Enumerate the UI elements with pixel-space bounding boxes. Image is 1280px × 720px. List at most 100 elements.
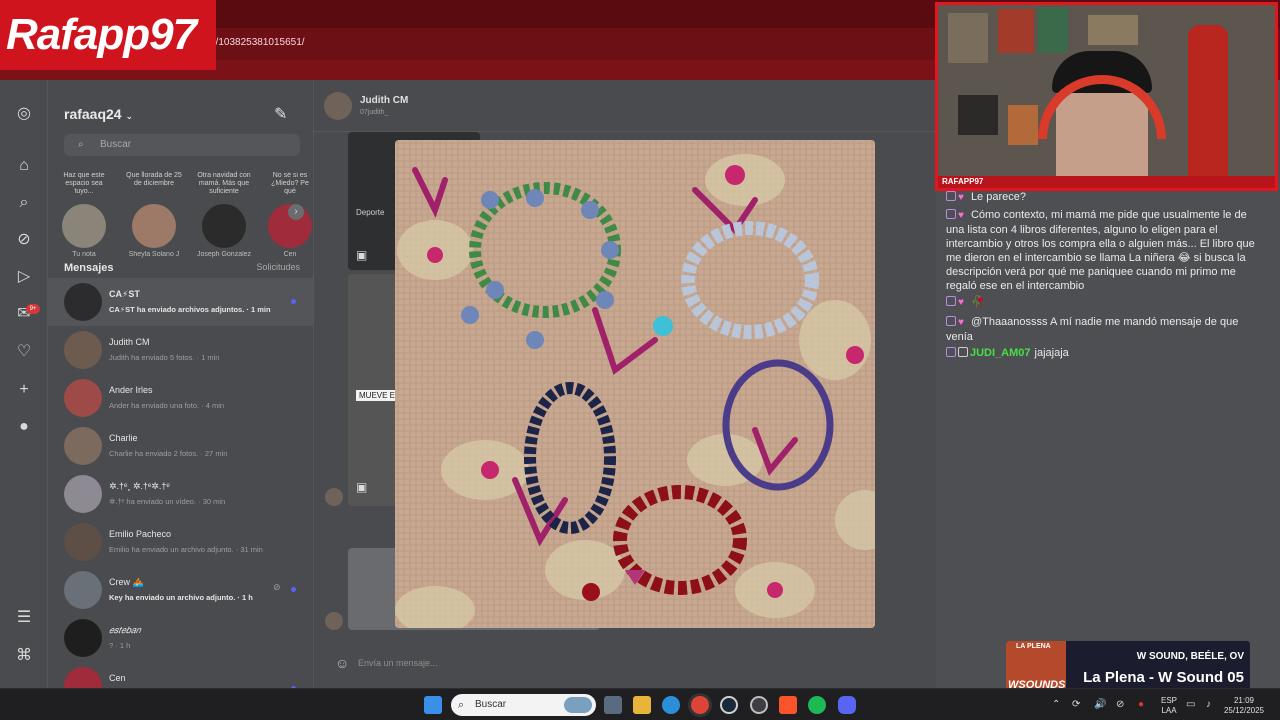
- stream-logo: Rafapp97: [0, 0, 216, 70]
- volume-icon[interactable]: 🔊: [1094, 699, 1106, 710]
- chevron-down-icon: ⌄: [125, 111, 134, 121]
- unread-dot: [291, 299, 296, 304]
- taskbar: ⌕ Buscar ⌃ ⟳ 🔊 ⊘ ● ESP LAA ▭ ♪ 21:09 25/…: [0, 688, 1280, 720]
- file-explorer-icon[interactable]: [633, 696, 651, 714]
- heart-icon: ♥: [958, 317, 964, 328]
- unread-dot: [291, 587, 296, 592]
- address-bar[interactable]: /t/103825381015651/: [210, 34, 930, 52]
- avatar: [64, 427, 102, 465]
- sub-badge-icon: [946, 347, 956, 357]
- conversation-item[interactable]: Cen: [48, 662, 313, 688]
- ig-nav-rail: ◎ ⌂ ⌕ ⊘ ▷ ✉ 9+ ♡ + ● ☰ ⌘: [0, 80, 48, 688]
- search-icon: ⌕: [78, 139, 84, 150]
- search-highlight-icon: [564, 697, 592, 713]
- messages-header: Mensajes Solicitudes: [64, 262, 300, 274]
- spotify-icon[interactable]: [808, 696, 826, 714]
- bracelets-photo: [395, 140, 875, 628]
- brave-icon[interactable]: [779, 696, 797, 714]
- avatar: [325, 612, 343, 630]
- plus-icon[interactable]: +: [14, 380, 34, 400]
- avatar: [132, 204, 176, 248]
- discord-icon[interactable]: [838, 696, 856, 714]
- avatar: [62, 204, 106, 248]
- avatar: [64, 619, 102, 657]
- search-icon[interactable]: ⌕: [14, 193, 34, 213]
- avatar: [64, 331, 102, 369]
- task-view-icon[interactable]: [604, 696, 622, 714]
- requests-link[interactable]: Solicitudes: [256, 262, 300, 272]
- conversation-item[interactable]: 𝑒𝑠𝑡𝑒𝑏𝑎𝑛 ? · 1 h: [48, 614, 313, 662]
- reels-icon[interactable]: ▷: [14, 267, 34, 287]
- photo-viewer[interactable]: [395, 140, 875, 628]
- notification-badge: 9+: [26, 304, 40, 314]
- chevron-right-icon[interactable]: ›: [288, 204, 304, 220]
- chair: [1188, 25, 1228, 185]
- display-icon[interactable]: ▭: [1186, 699, 1195, 710]
- chrome-icon[interactable]: [691, 696, 709, 714]
- webcam-tag: RAFAPP97: [938, 176, 1275, 188]
- message-input[interactable]: ☺ Envía un mensaje...: [332, 650, 928, 676]
- heart-icon: ♥: [958, 192, 964, 203]
- note-item[interactable]: Que llorada de 25 de diciembre Sheyla So…: [126, 172, 182, 258]
- heart-icon: ♥: [958, 210, 964, 221]
- conversation-item[interactable]: CA⚡ST CA⚡ST ha enviado archivos adjuntos…: [48, 278, 313, 326]
- mod-badge-icon: [958, 347, 968, 357]
- record-icon[interactable]: ●: [1138, 699, 1144, 710]
- search-icon: ⌕: [458, 699, 465, 711]
- windows-start-icon[interactable]: [424, 696, 442, 714]
- language-indicator[interactable]: ESP LAA: [1158, 696, 1180, 716]
- obs-icon[interactable]: [750, 696, 768, 714]
- compose-icon[interactable]: ✎: [274, 104, 287, 124]
- avatar: [64, 523, 102, 561]
- chat-line: ♥ 🥀: [946, 295, 1258, 310]
- network-off-icon[interactable]: ⊘: [1116, 699, 1124, 710]
- conversation-item[interactable]: ✲.†ᵉ˳ ✲.†ᵉ✲.†ᵉ ✲.†ᵉ ha enviado un vídeo.…: [48, 470, 313, 518]
- avatar: [64, 667, 102, 688]
- sub-badge-icon: [946, 316, 956, 326]
- conversation-item[interactable]: Judith CM Judith ha enviado 5 fotos. · 1…: [48, 326, 313, 374]
- chat-line: ♥ @Thaaanossss A mí nadie me mandó mensaj…: [946, 316, 1239, 343]
- conversation-item[interactable]: Emilio Pacheco Emilio ha enviado un arch…: [48, 518, 313, 566]
- avatar: [202, 204, 246, 248]
- emoji-icon[interactable]: ☺: [335, 650, 349, 676]
- conversation-item[interactable]: Ander Irles Ander ha enviado una foto. ·…: [48, 374, 313, 422]
- note-item[interactable]: Haz que este espacio sea tuyo... Tu nota: [56, 172, 112, 258]
- webcam-overlay: RAFAPP97: [935, 2, 1278, 191]
- reel-icon: ▣: [356, 248, 368, 262]
- edge-icon[interactable]: [662, 696, 680, 714]
- sub-badge-icon: [946, 296, 956, 306]
- conversation-item[interactable]: Crew 🚣 Key ha enviado un archivo adjunto…: [48, 566, 313, 614]
- muted-bell-icon: ⊘: [273, 582, 281, 592]
- inbox-panel: rafaaq24 ⌄ ✎ ⌕ Buscar Haz que este espac…: [48, 80, 314, 688]
- note-item[interactable]: Otra navidad con mamá. Más que suficient…: [196, 172, 252, 258]
- account-switcher[interactable]: rafaaq24 ⌄: [64, 106, 133, 122]
- chat-header[interactable]: Judith CM 07judith_: [314, 80, 936, 132]
- heart-icon[interactable]: ♡: [14, 342, 34, 362]
- avatar: [324, 92, 352, 120]
- reel-icon: ▣: [356, 480, 368, 494]
- search-input[interactable]: ⌕ Buscar: [64, 134, 300, 156]
- clock[interactable]: 21:09 25/12/2025: [1222, 696, 1266, 716]
- home-icon[interactable]: ⌂: [14, 156, 34, 176]
- chat-line: JUDI_AM07 jajajaja: [946, 346, 1258, 360]
- instagram-icon[interactable]: ◎: [14, 104, 34, 124]
- conversation-item[interactable]: Charlie Charlie ha enviado 2 fotos. · 27…: [48, 422, 313, 470]
- heart-icon: ♥: [958, 297, 964, 308]
- avatar: [64, 283, 102, 321]
- profile-icon[interactable]: ●: [14, 417, 34, 437]
- avatar: [64, 571, 102, 609]
- avatar: [64, 475, 102, 513]
- menu-icon[interactable]: ☰: [14, 608, 34, 628]
- threads-icon[interactable]: ⌘: [14, 646, 34, 666]
- explore-icon[interactable]: ⊘: [14, 230, 34, 250]
- taskbar-search[interactable]: ⌕ Buscar: [451, 694, 596, 716]
- steam-icon[interactable]: [720, 696, 738, 714]
- chevron-up-icon[interactable]: ⌃: [1052, 699, 1060, 710]
- track-artists: W SOUND, BEÉLE, OV: [1136, 651, 1244, 662]
- sub-badge-icon: [946, 209, 956, 219]
- stream-chat: ♥ Le parece? ♥ Cómo contexto, mi mamá me p…: [936, 190, 1280, 370]
- speaker-icon[interactable]: ♪: [1206, 699, 1211, 710]
- chat-line: ♥ Cómo contexto, mi mamá me pide que usua…: [946, 209, 1255, 292]
- track-title: La Plena - W Sound 05: [1083, 669, 1244, 686]
- sync-icon[interactable]: ⟳: [1072, 699, 1080, 710]
